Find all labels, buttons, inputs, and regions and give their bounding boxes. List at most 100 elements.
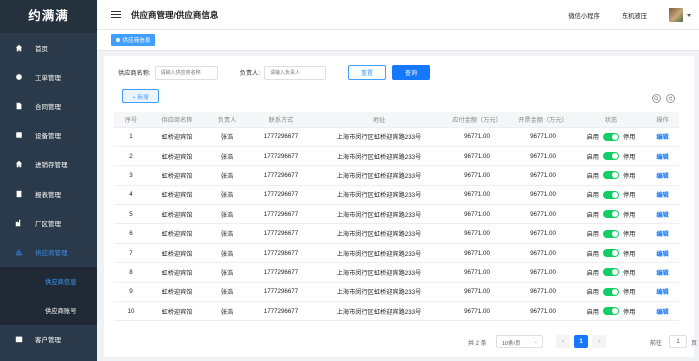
sidebar-item-label: 工单管理 xyxy=(35,74,61,82)
table-row: 1 虹桥迎宾馆 张浩 1777296677 上海市闵行区虹桥迎宾路233号 96771.0… xyxy=(114,127,679,147)
sidebar-item-label: 厂区管理 xyxy=(35,220,61,228)
cell-invoiced: 96771.00 xyxy=(510,223,576,244)
status-switch[interactable] xyxy=(603,268,619,277)
cell-payable: 96771.00 xyxy=(444,301,510,322)
cell-payable: 96771.00 xyxy=(444,127,510,147)
menu-toggle-icon[interactable] xyxy=(111,10,121,19)
edit-link[interactable]: 编辑 xyxy=(656,270,668,277)
filter-bar: 供应商名称: 负责人: xyxy=(118,65,326,80)
cell-phone: 1777296677 xyxy=(248,301,314,322)
column-header: 供应商名称 xyxy=(148,112,206,128)
enable-label: 启用 xyxy=(586,134,599,142)
goto-page-input[interactable]: 1 xyxy=(669,335,687,348)
edit-link[interactable]: 编辑 xyxy=(656,134,668,141)
edit-link[interactable]: 编辑 xyxy=(656,309,668,316)
dot-icon xyxy=(116,38,120,42)
supplier-table: 序号 供应商名称 负责人 联系方式 地址 应付金额（万元） 开票金额（万元） 状态 操作 1 虹桥… xyxy=(114,112,679,322)
cell-action: 编辑 xyxy=(646,204,679,225)
disable-label: 停用 xyxy=(623,289,636,297)
owner-input[interactable] xyxy=(263,65,326,80)
cell-status: 启用 停用 xyxy=(576,165,646,186)
edit-link[interactable]: 编辑 xyxy=(656,231,668,238)
status-switch[interactable] xyxy=(603,152,619,161)
reset-button[interactable]: 重置 xyxy=(348,65,386,80)
search-button[interactable]: 查询 xyxy=(392,65,430,80)
brand-logo: 约满满 xyxy=(0,0,97,33)
edit-link[interactable]: 编辑 xyxy=(656,289,668,296)
user-name[interactable]: 东机液压 xyxy=(622,11,647,20)
cell-name: 虹桥迎宾馆 xyxy=(148,223,206,244)
add-button[interactable]: + 新增 xyxy=(122,89,159,103)
sidebar-item-1[interactable]: 工单管理 xyxy=(0,62,97,91)
sidebar-subitem-1[interactable]: 供应商账号 xyxy=(0,296,97,325)
search-icon[interactable] xyxy=(652,94,661,103)
page-unit-label: 页 xyxy=(691,341,698,347)
disable-label: 停用 xyxy=(623,250,636,258)
cell-no: 2 xyxy=(114,146,148,167)
sidebar-item-0[interactable]: 首页 xyxy=(0,33,97,62)
sidebar-item-2[interactable]: 合同管理 xyxy=(0,91,97,120)
status-switch[interactable] xyxy=(603,210,619,219)
cell-status: 启用 停用 xyxy=(576,223,646,244)
cell-action: 编辑 xyxy=(646,262,679,283)
pagination-total: 共 2 条 xyxy=(468,341,487,347)
enable-label: 启用 xyxy=(586,172,599,180)
disable-label: 停用 xyxy=(623,269,636,277)
status-switch[interactable] xyxy=(603,287,619,296)
status-switch[interactable] xyxy=(603,132,619,141)
table-row: 8 虹桥迎宾馆 张浩 1777296677 上海市闵行区虹桥迎宾路233号 96771.0… xyxy=(114,262,679,283)
cell-no: 7 xyxy=(114,243,148,264)
column-header: 地址 xyxy=(314,112,444,128)
edit-link[interactable]: 编辑 xyxy=(656,173,668,180)
disable-label: 停用 xyxy=(623,192,636,200)
page-number-button[interactable]: 1 xyxy=(574,335,588,348)
status-switch[interactable] xyxy=(603,190,619,199)
edit-link[interactable]: 编辑 xyxy=(656,154,668,161)
next-page-button[interactable]: › xyxy=(592,335,606,348)
table-row: 4 虹桥迎宾馆 张浩 1777296677 上海市闵行区虹桥迎宾路233号 96771.0… xyxy=(114,185,679,206)
refresh-icon[interactable] xyxy=(666,94,675,103)
edit-link[interactable]: 编辑 xyxy=(656,192,668,199)
status-toggle-group: 启用 停用 xyxy=(576,190,646,199)
cell-address: 上海市闵行区虹桥迎宾路233号 xyxy=(314,146,444,167)
sidebar-item-customer[interactable]: 客户管理 xyxy=(0,325,97,354)
ticket-icon xyxy=(14,72,23,81)
cell-owner: 张浩 xyxy=(206,282,248,303)
supplier-name-input[interactable] xyxy=(154,65,218,80)
status-switch[interactable] xyxy=(603,229,619,238)
sidebar-item-3[interactable]: 设备管理 xyxy=(0,121,97,150)
cell-no: 6 xyxy=(114,223,148,244)
cell-action: 编辑 xyxy=(646,127,679,147)
sidebar-item-5[interactable]: 报表管理 xyxy=(0,179,97,208)
edit-link[interactable]: 编辑 xyxy=(656,251,668,258)
tags-bar: 供应商信息 xyxy=(97,30,699,51)
status-switch[interactable] xyxy=(603,307,619,316)
miniprogram-link[interactable]: 微信小程序 xyxy=(568,11,599,20)
table-row: 5 虹桥迎宾馆 张浩 1777296677 上海市闵行区虹桥迎宾路233号 96771.0… xyxy=(114,204,679,225)
top-header: 供应商管理/供应商信息 微信小程序 东机液压 xyxy=(97,0,699,30)
cell-owner: 张浩 xyxy=(206,127,248,147)
status-toggle-group: 启用 停用 xyxy=(576,249,646,258)
prev-page-button[interactable]: ‹ xyxy=(556,335,570,348)
cell-action: 编辑 xyxy=(646,301,679,322)
edit-link[interactable]: 编辑 xyxy=(656,212,668,219)
tag-supplier-info[interactable]: 供应商信息 xyxy=(111,34,156,46)
page-size-select[interactable]: 10条/页 ⌄ xyxy=(496,335,543,348)
cell-address: 上海市闵行区虹桥迎宾路233号 xyxy=(314,127,444,147)
cell-owner: 张浩 xyxy=(206,146,248,167)
status-switch[interactable] xyxy=(603,249,619,258)
factory-icon xyxy=(14,218,23,227)
cell-status: 启用 停用 xyxy=(576,185,646,206)
sidebar-subitem-0[interactable]: 供应商信息 xyxy=(0,267,97,296)
sidebar-item-7[interactable]: 供应商管理 xyxy=(0,237,97,266)
home-icon xyxy=(14,160,23,169)
sidebar-item-6[interactable]: 厂区管理 xyxy=(0,208,97,237)
cell-address: 上海市闵行区虹桥迎宾路233号 xyxy=(314,223,444,244)
cell-address: 上海市闵行区虹桥迎宾路233号 xyxy=(314,204,444,225)
chevron-down-icon[interactable] xyxy=(687,13,691,17)
enable-label: 启用 xyxy=(586,289,599,297)
avatar[interactable] xyxy=(669,8,683,22)
status-switch[interactable] xyxy=(603,171,619,180)
sidebar-item-4[interactable]: 进销存管理 xyxy=(0,150,97,179)
enable-label: 启用 xyxy=(586,308,599,316)
